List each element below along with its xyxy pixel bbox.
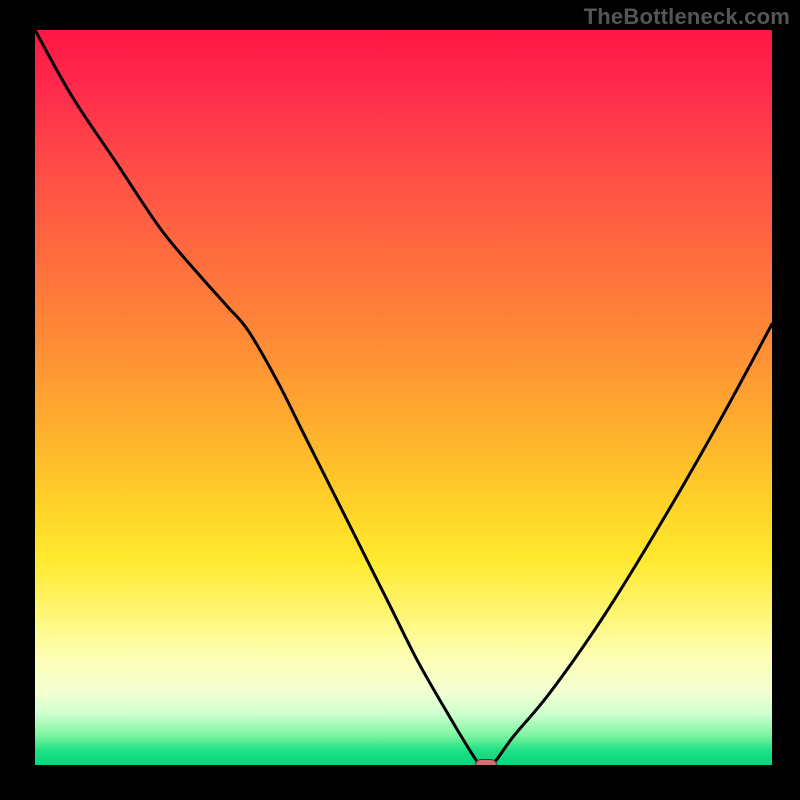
watermark-text: TheBottleneck.com bbox=[584, 4, 790, 30]
optimal-point-marker bbox=[475, 759, 497, 765]
bottleneck-curve-path bbox=[35, 30, 772, 765]
chart-frame: TheBottleneck.com bbox=[0, 0, 800, 800]
bottleneck-curve-svg bbox=[35, 30, 772, 765]
plot-area bbox=[35, 30, 772, 765]
